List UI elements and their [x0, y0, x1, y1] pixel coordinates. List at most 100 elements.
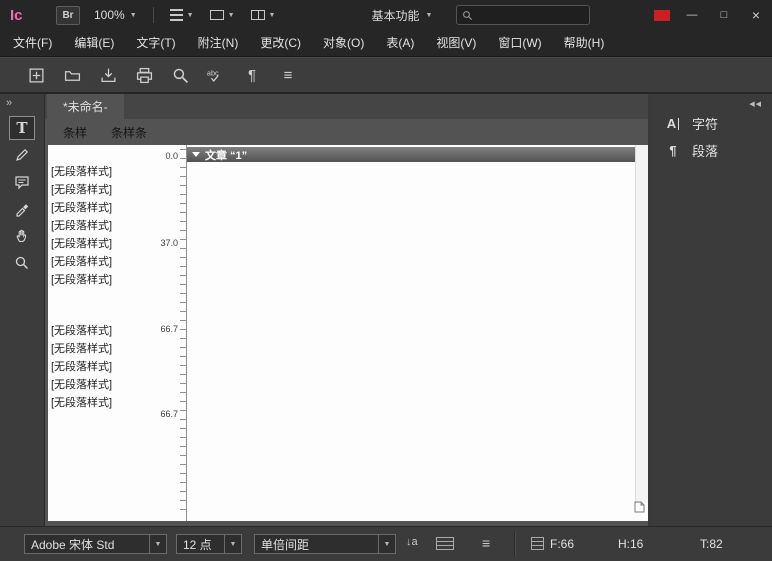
ruler-depth-label: 0.0	[165, 151, 178, 161]
ruler-depth-label: 66.7	[160, 409, 178, 419]
statusbar-menu-icon[interactable]: ≡	[482, 535, 490, 551]
menu-item[interactable]: 表(A)	[375, 30, 425, 56]
character-panel-tab[interactable]: A 字符	[652, 110, 772, 137]
zoom-icon	[14, 255, 30, 271]
leading-combo[interactable]: 单倍间距 ▼	[254, 534, 396, 554]
zoom-level-value: 100%	[94, 8, 125, 22]
type-tool-icon: T	[16, 119, 27, 137]
style-column: [无段落样式][无段落样式][无段落样式][无段落样式][无段落样式][无段落样…	[48, 145, 150, 521]
menu-item[interactable]: 附注(N)	[187, 30, 250, 56]
paragraph-style-label: [无段落样式]	[48, 235, 150, 253]
print-icon[interactable]	[134, 65, 154, 85]
view-tab[interactable]: 条样条	[101, 122, 157, 143]
search-input[interactable]	[477, 8, 584, 22]
paragraph-style-label: [无段落样式]	[48, 358, 150, 376]
zoom-tool[interactable]	[9, 251, 35, 275]
story-header-label: 文章 “1”	[205, 147, 247, 163]
paragraph-panel-label: 段落	[692, 141, 718, 160]
pencil-tool[interactable]	[9, 143, 35, 167]
galley-view: [无段落样式][无段落样式][无段落样式][无段落样式][无段落样式][无段落样…	[45, 145, 648, 527]
chevron-down-icon[interactable]: ▼	[149, 535, 166, 553]
chevron-down-icon[interactable]: ▼	[378, 535, 395, 553]
paragraph-style-label: [无段落样式]	[48, 163, 150, 181]
close-button[interactable]: ×	[740, 0, 772, 30]
main-region: » T *未命名-	[0, 94, 772, 527]
save-icon[interactable]	[98, 65, 118, 85]
chevron-down-icon: ▼	[130, 12, 137, 19]
show-hidden-characters-icon[interactable]: ¶	[242, 65, 262, 85]
bridge-button[interactable]: Br	[56, 6, 80, 25]
hand-icon	[14, 228, 30, 244]
menubar: 文件(F)编辑(E)文字(T)附注(N)更改(C)对象(O)表(A)视图(V)窗…	[0, 30, 772, 57]
menu-item[interactable]: 窗口(W)	[487, 30, 552, 56]
story-text-area[interactable]: 文章 “1”	[186, 145, 648, 521]
galley-info-icon[interactable]	[436, 537, 454, 550]
hand-tool[interactable]	[9, 224, 35, 248]
workspace-switcher[interactable]: 基本功能 ▼	[371, 7, 432, 24]
red-indicator[interactable]	[654, 10, 670, 21]
note-tool[interactable]	[9, 170, 35, 194]
note-icon	[14, 174, 30, 190]
search-box[interactable]	[456, 5, 590, 25]
document-area: *未命名- 条样条样条 [无段落样式][无段落样式][无段落样式][无段落样式]…	[45, 94, 648, 527]
open-folder-icon[interactable]	[62, 65, 82, 85]
zoom-level-dropdown[interactable]: 100% ▼	[94, 8, 137, 22]
paragraph-style-label: [无段落样式]	[48, 322, 150, 340]
statusbar: Adobe 宋体 Std ▼ 12 点 ▼ 单倍间距 ▼ ↓a ≡ F:66 H…	[0, 526, 772, 561]
spellcheck-icon[interactable]: abc	[206, 65, 226, 85]
collapse-triangle-icon[interactable]	[192, 152, 200, 157]
menu-item[interactable]: 对象(O)	[312, 30, 375, 56]
tools-panel: » T	[0, 94, 45, 527]
view-options-icon	[170, 9, 183, 21]
toolbar-menu-icon[interactable]: ≡	[278, 65, 298, 85]
ruler-depth-label: 66.7	[160, 324, 178, 334]
view-tab-bar: 条样条样条	[45, 119, 648, 145]
menu-item[interactable]: 视图(V)	[425, 30, 487, 56]
paragraph-panel-icon: ¶	[664, 143, 682, 158]
menu-item[interactable]: 更改(C)	[249, 30, 312, 56]
new-document-icon[interactable]	[26, 65, 46, 85]
menu-item[interactable]: 编辑(E)	[63, 30, 125, 56]
word-count: T:82	[700, 537, 723, 551]
paragraph-panel-tab[interactable]: ¶ 段落	[652, 137, 772, 164]
arrange-documents-dropdown[interactable]: ▼	[251, 10, 276, 20]
right-panel-dock: ◀◀ A 字符 ¶ 段落	[652, 94, 772, 527]
paragraph-style-label: [无段落样式]	[48, 181, 150, 199]
search-icon[interactable]	[170, 65, 190, 85]
ruler-depth-label: 37.0	[160, 238, 178, 248]
leading-icon[interactable]: ↓a	[406, 536, 418, 548]
view-tab[interactable]: 条样	[53, 122, 97, 143]
pencil-icon	[14, 147, 30, 163]
minimize-button[interactable]: —	[676, 0, 708, 30]
frame-count: F:66	[550, 537, 574, 551]
menu-item[interactable]: 文字(T)	[125, 30, 186, 56]
line-count: H:16	[618, 537, 643, 551]
tools-panel-expand-icon[interactable]: »	[0, 94, 44, 113]
vertical-scrollbar[interactable]	[635, 145, 648, 503]
menu-item[interactable]: 帮助(H)	[553, 30, 616, 56]
type-tool[interactable]: T	[9, 116, 35, 140]
maximize-button[interactable]: □	[708, 0, 740, 30]
screen-mode-dropdown[interactable]: ▼	[210, 10, 235, 20]
chevron-down-icon[interactable]: ▼	[224, 535, 241, 553]
leading-value: 单倍间距	[255, 535, 378, 553]
font-size-value: 12 点	[177, 535, 224, 553]
chevron-down-icon: ▼	[187, 12, 194, 19]
font-size-combo[interactable]: 12 点 ▼	[176, 534, 242, 554]
window-controls: — □ ×	[654, 0, 772, 30]
paragraph-style-label: [无段落样式]	[48, 199, 150, 217]
story-header[interactable]: 文章 “1”	[187, 147, 636, 162]
view-options-dropdown[interactable]: ▼	[170, 9, 194, 21]
incopy-window: Ic Br 100% ▼ ▼ ▼ ▼ 基本功能 ▼	[0, 0, 772, 561]
arrange-documents-icon	[251, 10, 265, 20]
chevron-down-icon: ▼	[228, 12, 235, 19]
panel-expand-icon[interactable]: ◀◀	[652, 94, 772, 110]
eyedropper-tool[interactable]	[9, 197, 35, 221]
screen-mode-icon	[210, 10, 224, 20]
statusbar-separator	[514, 532, 515, 556]
document-tab[interactable]: *未命名-	[47, 94, 124, 119]
search-icon	[462, 10, 473, 21]
font-family-combo[interactable]: Adobe 宋体 Std ▼	[24, 534, 167, 554]
chevron-down-icon: ▼	[269, 12, 276, 19]
menu-item[interactable]: 文件(F)	[2, 30, 63, 56]
